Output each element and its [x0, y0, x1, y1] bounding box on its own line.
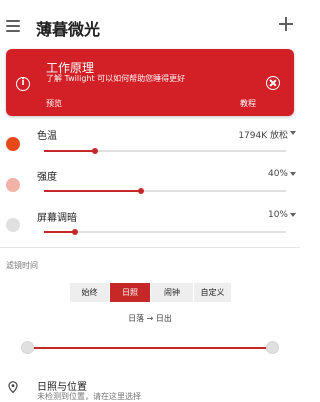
filter-mode-selector: 始终 日照 闹钟 自定义: [70, 283, 232, 302]
screen-dim-dot: [6, 218, 20, 232]
slider-thumb[interactable]: [137, 187, 144, 194]
chevron-down-icon[interactable]: [290, 172, 296, 176]
color-temperature-slider[interactable]: [44, 147, 286, 154]
slider-fill: [44, 150, 95, 152]
range-end-handle[interactable]: [267, 342, 278, 353]
add-icon[interactable]: [278, 16, 294, 32]
range-start-handle[interactable]: [22, 342, 33, 353]
preview-button[interactable]: 预览: [46, 98, 62, 109]
setting-label: 强度: [37, 172, 57, 183]
setting-label: 色温: [37, 131, 57, 142]
filter-time-title: 滤镜时间: [6, 261, 38, 270]
screen-dim-slider[interactable]: [44, 228, 286, 235]
time-range-track[interactable]: [28, 347, 272, 349]
color-temperature-value[interactable]: 1794K 放松: [238, 128, 288, 141]
intensity-value[interactable]: 40%: [268, 169, 288, 179]
slider-fill: [44, 231, 76, 233]
info-icon: i: [16, 77, 30, 91]
chevron-down-icon[interactable]: [290, 131, 296, 135]
location-pin-icon[interactable]: [8, 381, 18, 393]
setting-color-temperature: 色温 1794K 放松: [0, 121, 300, 165]
mode-custom-tab[interactable]: 自定义: [194, 283, 232, 302]
color-temperature-dot: [6, 137, 20, 151]
app-title: 薄暮微光: [36, 20, 101, 39]
slider-thumb[interactable]: [72, 228, 79, 235]
setting-label: 屏幕调暗: [37, 213, 77, 224]
menu-icon[interactable]: [6, 20, 20, 32]
setting-intensity: 强度 40%: [0, 165, 300, 209]
schedule-note: 日落 → 日出: [128, 314, 172, 323]
close-icon[interactable]: [266, 76, 280, 90]
intensity-dot: [6, 178, 20, 192]
slider-fill: [44, 190, 141, 192]
location-subtitle[interactable]: 未检测到位置，请在这里选择: [37, 391, 141, 402]
screen-dim-value[interactable]: 10%: [268, 210, 288, 220]
slider-thumb[interactable]: [91, 147, 98, 154]
info-card-subtitle: 了解 Twilight 可以如何帮助您睡得更好: [46, 74, 186, 83]
chevron-down-icon[interactable]: [290, 213, 296, 217]
info-card: i 工作原理 了解 Twilight 可以如何帮助您睡得更好 预览 教程: [6, 49, 294, 116]
tutorial-button[interactable]: 教程: [240, 98, 256, 109]
intensity-slider[interactable]: [44, 187, 286, 194]
mode-alarm-tab[interactable]: 闹钟: [151, 283, 194, 302]
mode-daylight-tab[interactable]: 日照: [110, 283, 151, 302]
mode-always-tab[interactable]: 始终: [70, 283, 110, 302]
setting-screen-dim: 屏幕调暗 10%: [0, 206, 300, 250]
app-bar: 薄暮微光: [0, 0, 300, 56]
section-divider: [0, 247, 300, 248]
